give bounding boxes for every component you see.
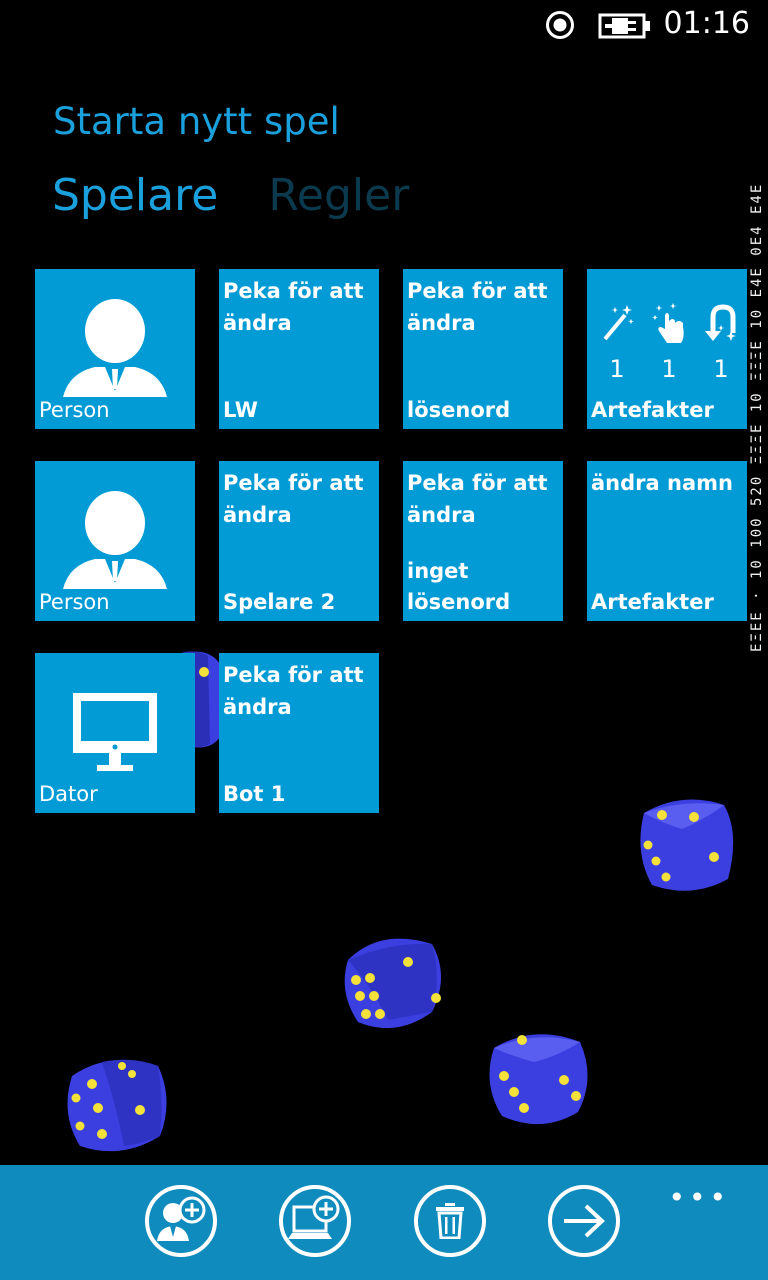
tap-hand-icon (652, 303, 684, 343)
person-icon (63, 491, 167, 589)
password-label: lösenord (407, 590, 511, 614)
password-state: inget (407, 559, 469, 583)
more-options-button[interactable]: ••• (668, 1181, 730, 1214)
status-bar: 01:16 (0, 0, 768, 50)
player-type-tile-3[interactable]: Dator (35, 653, 195, 813)
add-human-player-button[interactable] (145, 1185, 217, 1257)
add-bot-player-button[interactable] (279, 1185, 351, 1257)
page-title: Starta nytt spel (53, 100, 340, 143)
pivot-tab-spelare[interactable]: Spelare (52, 170, 218, 221)
player-name: LW (223, 398, 258, 422)
trash-icon (436, 1203, 464, 1239)
artifact-list: 1 1 1 (595, 301, 743, 383)
player-name: Spelare 2 (223, 590, 336, 614)
player-artifacts-tile-1[interactable]: 1 1 1 Artefakter (587, 269, 747, 429)
player-name: Bot 1 (223, 782, 286, 806)
battery-charging-icon (598, 13, 650, 39)
computer-monitor-icon (73, 693, 157, 771)
clock: 01:16 (663, 6, 750, 41)
artifacts-label: Artefakter (591, 590, 714, 614)
add-computer-icon (288, 1195, 340, 1239)
artifact-item: 1 (699, 301, 743, 383)
person-icon (63, 299, 167, 397)
dice-icon (67, 1059, 167, 1152)
magic-wand-icon (603, 305, 634, 341)
change-name-label: ändra namn (591, 471, 733, 495)
player-name-tile-1[interactable]: Peka för att ändra LW (219, 269, 379, 429)
player-type-tile-2[interactable]: Person (35, 461, 195, 621)
tap-to-change-hint: Peka för att ändra (223, 663, 364, 719)
tap-to-change-hint: Peka för att ändra (223, 279, 364, 335)
artifact-count: 1 (609, 355, 625, 383)
delete-player-button[interactable] (414, 1185, 486, 1257)
artifact-item: 1 (647, 301, 691, 383)
undo-magnet-icon (705, 304, 736, 341)
dice-icon (489, 1034, 588, 1125)
dice-icon (344, 938, 441, 1029)
player-type-label: Person (39, 590, 110, 614)
debug-counter-strip: EΞEE · 10 100 520 ΞΞΞE 10 ΞΞΞE 10 E4E 0E… (749, 182, 765, 652)
radio-icon (546, 11, 574, 39)
tap-to-change-hint: Peka för att ändra (223, 471, 364, 527)
artifacts-label: Artefakter (591, 398, 714, 422)
dice-icon (640, 799, 734, 891)
player-artifacts-tile-2[interactable]: ändra namn Artefakter (587, 461, 747, 621)
password-label: lösenord (407, 398, 511, 422)
artifact-count: 1 (713, 355, 729, 383)
tap-to-change-hint: Peka för att ändra (407, 471, 548, 527)
player-name-tile-2[interactable]: Peka för att ändra Spelare 2 (219, 461, 379, 621)
player-password-tile-1[interactable]: Peka för att ändra lösenord (403, 269, 563, 429)
player-password-tile-2[interactable]: Peka för att ändra inget lösenord (403, 461, 563, 621)
player-type-label: Person (39, 398, 110, 422)
pivot-tab-regler[interactable]: Regler (268, 170, 409, 221)
app-bar: ••• (0, 1165, 768, 1280)
pivot-header: Spelare Regler (52, 170, 445, 221)
player-type-label: Dator (39, 782, 98, 806)
player-name-tile-3[interactable]: Peka för att ändra Bot 1 (219, 653, 379, 813)
next-button[interactable] (548, 1185, 620, 1257)
tap-to-change-hint: Peka för att ändra (407, 279, 548, 335)
add-person-icon (157, 1196, 206, 1241)
player-type-tile-1[interactable]: Person (35, 269, 195, 429)
artifact-item: 1 (595, 301, 639, 383)
arrow-right-icon (564, 1204, 605, 1238)
artifact-count: 1 (661, 355, 677, 383)
